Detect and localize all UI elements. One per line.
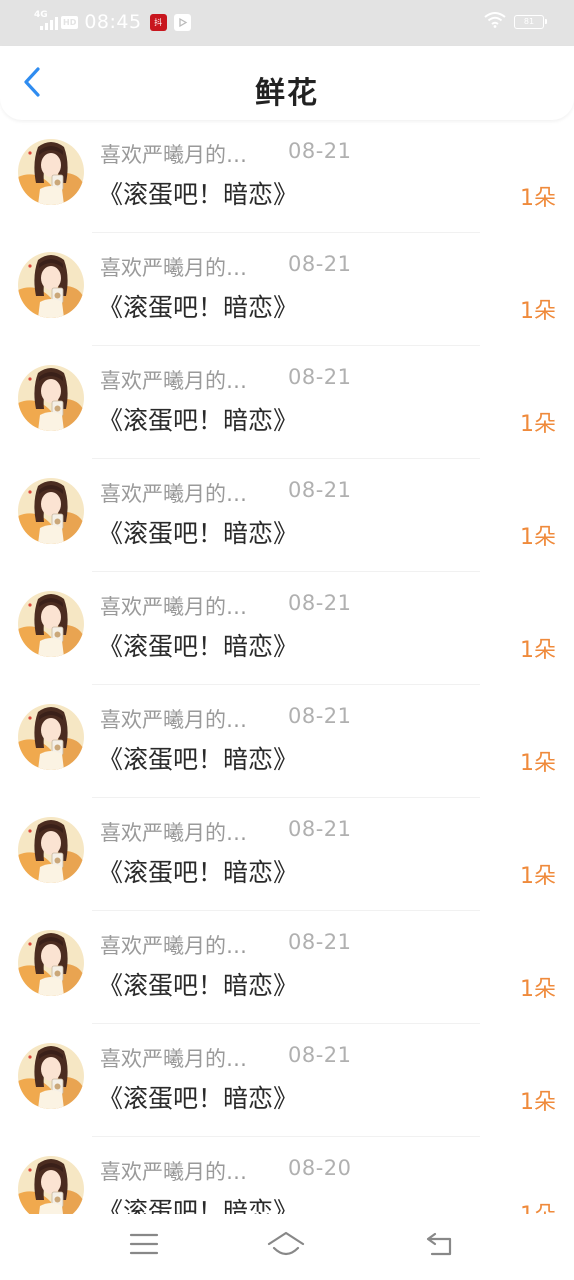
list-item[interactable]: 喜欢严曦月的… 08-21 《滚蛋吧！暗恋》 1朵 <box>0 685 574 798</box>
flower-list[interactable]: 喜欢严曦月的… 08-21 《滚蛋吧！暗恋》 1朵 喜欢严曦月的… 08-21 … <box>0 120 574 1214</box>
list-item[interactable]: 喜欢严曦月的… 08-21 《滚蛋吧！暗恋》 1朵 <box>0 120 574 233</box>
avatar[interactable] <box>18 1156 84 1214</box>
gift-date: 08-21 <box>288 1043 352 1067</box>
list-item[interactable]: 喜欢严曦月的… 08-21 《滚蛋吧！暗恋》 1朵 <box>0 911 574 1024</box>
gift-date: 08-21 <box>288 591 352 615</box>
cellular-signal-icon: 4G <box>34 10 58 32</box>
avatar[interactable] <box>18 704 84 770</box>
hd-badge: HD <box>61 15 79 29</box>
status-time: 08:45 <box>84 11 142 33</box>
book-title: 《滚蛋吧！暗恋》 <box>98 406 299 435</box>
avatar[interactable] <box>18 365 84 431</box>
gift-date: 08-21 <box>288 252 352 276</box>
home-icon <box>266 1230 306 1262</box>
book-title: 《滚蛋吧！暗恋》 <box>98 1084 299 1113</box>
book-title: 《滚蛋吧！暗恋》 <box>98 858 299 887</box>
flower-count: 1朵 <box>520 864 556 889</box>
return-icon <box>423 1231 453 1261</box>
flower-count: 1朵 <box>520 751 556 776</box>
flower-count: 1朵 <box>520 299 556 324</box>
status-left: 4G HD 08:45 抖 <box>34 10 191 34</box>
back-nav-button[interactable] <box>416 1226 460 1266</box>
list-item[interactable]: 喜欢严曦月的… 08-21 《滚蛋吧！暗恋》 1朵 <box>0 798 574 911</box>
book-title: 《滚蛋吧！暗恋》 <box>98 180 299 209</box>
book-title: 《滚蛋吧！暗恋》 <box>98 745 299 774</box>
avatar[interactable] <box>18 930 84 996</box>
sender-name: 喜欢严曦月的… <box>100 369 247 393</box>
list-item[interactable]: 喜欢严曦月的… 08-21 《滚蛋吧！暗恋》 1朵 <box>0 459 574 572</box>
book-title: 《滚蛋吧！暗恋》 <box>98 293 299 322</box>
menu-button[interactable] <box>122 1226 166 1266</box>
flower-count: 1朵 <box>520 525 556 550</box>
avatar[interactable] <box>18 1043 84 1109</box>
list-item[interactable]: 喜欢严曦月的… 08-21 《滚蛋吧！暗恋》 1朵 <box>0 572 574 685</box>
status-bar: 4G HD 08:45 抖 81 <box>0 0 574 46</box>
gift-date: 08-21 <box>288 930 352 954</box>
flower-count: 1朵 <box>520 638 556 663</box>
book-title: 《滚蛋吧！暗恋》 <box>98 632 299 661</box>
flower-count: 1朵 <box>520 977 556 1002</box>
menu-icon <box>129 1233 159 1259</box>
status-right: 81 <box>484 12 547 32</box>
app-notification-icon: 抖 <box>149 13 167 31</box>
avatar[interactable] <box>18 139 84 205</box>
sender-name: 喜欢严曦月的… <box>100 256 247 280</box>
gift-date: 08-21 <box>288 365 352 389</box>
book-title: 《滚蛋吧！暗恋》 <box>98 519 299 548</box>
sender-name: 喜欢严曦月的… <box>100 595 247 619</box>
list-item[interactable]: 喜欢严曦月的… 08-20 《滚蛋吧！暗恋》 1朵 <box>0 1137 574 1214</box>
avatar[interactable] <box>18 817 84 883</box>
gift-date: 08-21 <box>288 478 352 502</box>
flower-count: 1朵 <box>520 412 556 437</box>
system-nav-bar <box>0 1214 574 1280</box>
sender-name: 喜欢严曦月的… <box>100 482 247 506</box>
gift-date: 08-20 <box>288 1156 352 1180</box>
sender-name: 喜欢严曦月的… <box>100 143 247 167</box>
gift-date: 08-21 <box>288 817 352 841</box>
flower-count: 1朵 <box>520 186 556 211</box>
sender-name: 喜欢严曦月的… <box>100 708 247 732</box>
avatar[interactable] <box>18 591 84 657</box>
sender-name: 喜欢严曦月的… <box>100 1160 247 1184</box>
flower-count: 1朵 <box>520 1090 556 1115</box>
wifi-icon <box>484 12 506 32</box>
sender-name: 喜欢严曦月的… <box>100 821 247 845</box>
avatar[interactable] <box>18 252 84 318</box>
list-item[interactable]: 喜欢严曦月的… 08-21 《滚蛋吧！暗恋》 1朵 <box>0 346 574 459</box>
gift-date: 08-21 <box>288 704 352 728</box>
sender-name: 喜欢严曦月的… <box>100 1047 247 1071</box>
page-title: 鲜花 <box>255 76 319 111</box>
home-button[interactable] <box>264 1226 308 1266</box>
flower-count: 1朵 <box>520 1197 556 1214</box>
book-title: 《滚蛋吧！暗恋》 <box>98 1197 299 1214</box>
video-notification-icon <box>173 13 191 31</box>
sender-name: 喜欢严曦月的… <box>100 934 247 958</box>
avatar[interactable] <box>18 478 84 544</box>
gift-date: 08-21 <box>288 139 352 163</box>
list-item[interactable]: 喜欢严曦月的… 08-21 《滚蛋吧！暗恋》 1朵 <box>0 1024 574 1137</box>
list-item[interactable]: 喜欢严曦月的… 08-21 《滚蛋吧！暗恋》 1朵 <box>0 233 574 346</box>
battery-indicator: 81 <box>514 15 547 29</box>
app-header: 鲜花 <box>0 46 574 120</box>
book-title: 《滚蛋吧！暗恋》 <box>98 971 299 1000</box>
